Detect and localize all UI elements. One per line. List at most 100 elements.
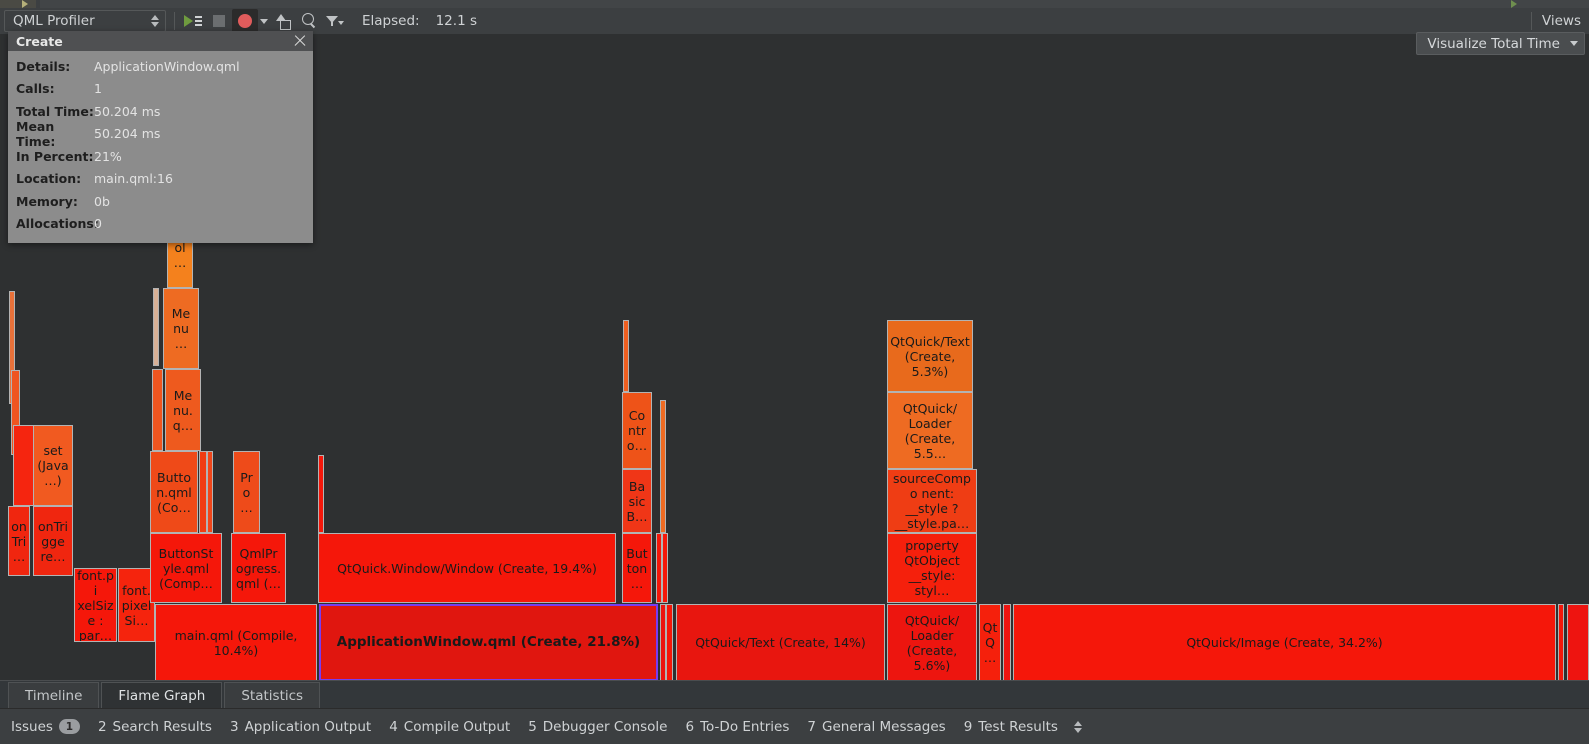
- flush-data-icon: [275, 13, 291, 30]
- output-pane-search-results[interactable]: 2 Search Results: [89, 715, 221, 739]
- details-row-key: Details:: [16, 58, 71, 74]
- flame-bar[interactable]: Ba sic B…: [622, 469, 652, 533]
- output-pane-label: To-Do Entries: [700, 718, 790, 735]
- flame-bar[interactable]: Pr o …: [233, 451, 260, 533]
- qml-profiler-window: QML Profiler Elapsed: 12.1 s Views on Tr…: [0, 0, 1589, 744]
- flame-bar[interactable]: [623, 320, 629, 392]
- output-pane-general-messages[interactable]: 7 General Messages: [798, 715, 954, 739]
- output-pane-debugger-console[interactable]: 5 Debugger Console: [519, 715, 676, 739]
- record-icon: [238, 14, 252, 28]
- profiler-selector-combobox[interactable]: QML Profiler: [4, 10, 166, 32]
- output-pane-updown-icon[interactable]: [1073, 719, 1084, 735]
- details-row: In Percent: 21%: [16, 145, 305, 168]
- details-row-key: Allocations:: [16, 216, 99, 232]
- details-row: Calls: 1: [16, 78, 305, 101]
- flame-bar[interactable]: Me nu …: [163, 288, 199, 369]
- flame-bar[interactable]: font.pi xelSize : par…: [74, 568, 117, 642]
- flame-bar[interactable]: set (Java…): [33, 425, 73, 506]
- filter-button[interactable]: [322, 9, 348, 33]
- flame-bar[interactable]: QmlPr ogress. qml (…: [231, 533, 286, 603]
- flame-bar[interactable]: [1003, 604, 1011, 680]
- details-panel-title: Create: [16, 33, 63, 49]
- start-profiling-button[interactable]: [180, 9, 206, 33]
- flame-bar[interactable]: QtQuick/ Loader (Create, 5.6%): [887, 604, 977, 680]
- flush-data-button[interactable]: [270, 9, 296, 33]
- flame-bar[interactable]: ApplicationWindow.qml (Create, 21.8%): [319, 604, 658, 680]
- visualize-mode-label: Visualize Total Time: [1427, 35, 1560, 52]
- details-row: Location: main.qml:16: [16, 168, 305, 191]
- flame-bar[interactable]: QtQuick/Text (Create, 14%): [676, 604, 885, 680]
- record-options-button[interactable]: [258, 9, 270, 33]
- toolbar-divider: [174, 12, 175, 30]
- flame-bar[interactable]: [1558, 604, 1564, 680]
- flame-bar[interactable]: onTrigge re…: [33, 506, 73, 576]
- flame-bar[interactable]: Co ntr o…: [622, 392, 652, 469]
- output-pane-number: 2: [97, 718, 107, 735]
- tab-timeline[interactable]: Timeline: [8, 682, 100, 708]
- output-pane-issues[interactable]: Issues 1: [2, 715, 89, 739]
- output-pane-label: Debugger Console: [542, 718, 668, 735]
- output-pane-to-do-entries[interactable]: 6 To-Do Entries: [677, 715, 799, 739]
- tab-flame-graph[interactable]: Flame Graph: [101, 682, 223, 708]
- output-pane-compile-output[interactable]: 4 Compile Output: [380, 715, 519, 739]
- toolbar-divider-right: [1530, 12, 1532, 30]
- flame-bar[interactable]: ButtonSt yle.qml (Comp…: [150, 533, 222, 603]
- flame-bar[interactable]: main.qml (Compile, 10.4%): [155, 604, 317, 680]
- updown-arrows-icon[interactable]: [150, 13, 161, 29]
- details-row-value: 0: [94, 216, 102, 232]
- flame-bar[interactable]: [318, 455, 324, 533]
- flame-bar[interactable]: [199, 451, 207, 533]
- flame-bar[interactable]: [153, 288, 159, 366]
- flame-bar[interactable]: [666, 604, 673, 680]
- details-row-key: Total Time:: [16, 103, 94, 119]
- flame-bar[interactable]: QtQuick/ Loader (Create, 5.5…: [887, 392, 973, 469]
- flame-bar[interactable]: on Tri…: [8, 506, 30, 576]
- flame-bar[interactable]: [662, 533, 668, 603]
- output-pane-number: 4: [389, 718, 398, 735]
- flame-bar[interactable]: Qt Q …: [979, 604, 1001, 680]
- details-row-value: ApplicationWindow.qml: [94, 58, 240, 74]
- flame-bar[interactable]: [207, 451, 213, 533]
- flame-bar[interactable]: [152, 369, 163, 451]
- toolbar-right-group: Views: [1530, 8, 1589, 34]
- elapsed-value: 12.1 s: [435, 13, 477, 29]
- flame-bar[interactable]: But ton …: [622, 533, 652, 603]
- visualize-mode-dropdown[interactable]: Visualize Total Time: [1416, 32, 1585, 55]
- details-panel-header: Create: [8, 31, 313, 51]
- record-toggle-button[interactable]: [232, 9, 258, 33]
- flame-bar[interactable]: QtQuick/Image (Create, 34.2%): [1013, 604, 1556, 680]
- output-pane-test-results[interactable]: 9 Test Results: [955, 715, 1067, 739]
- profiler-selector-label: QML Profiler: [13, 13, 95, 29]
- details-row-value: 50.204 ms: [94, 126, 161, 142]
- flame-bar[interactable]: [13, 425, 35, 506]
- search-button[interactable]: [296, 9, 322, 33]
- details-row-key: In Percent:: [16, 148, 94, 164]
- output-pane-application-output[interactable]: 3 Application Output: [221, 715, 380, 739]
- details-row: Mean Time: 50.204 ms: [16, 119, 305, 149]
- top-strip-left-block: [0, 0, 36, 8]
- play-arrow-right-icon: [1511, 0, 1517, 8]
- output-pane-status-bar: Issues 1 2 Search Results 3 Application Outpu…: [0, 708, 1589, 744]
- output-pane-label: Issues: [11, 718, 53, 735]
- flame-bar[interactable]: QtQuick/Text (Create, 5.3%): [887, 320, 973, 392]
- output-pane-number: 7: [807, 718, 816, 735]
- views-button[interactable]: Views: [1542, 13, 1589, 29]
- details-panel: Create Details: ApplicationWindow.qml Call…: [8, 31, 313, 243]
- flame-bar[interactable]: QtQuick.Window/Window (Create, 19.4%): [318, 533, 616, 603]
- close-icon[interactable]: [293, 34, 307, 48]
- filter-icon: [326, 14, 344, 28]
- play-arrow-icon: [22, 0, 28, 8]
- flame-bar[interactable]: [1567, 604, 1589, 680]
- flame-bar[interactable]: Butto n.qml (Co…: [150, 451, 198, 533]
- issues-count-badge: 1: [58, 719, 80, 734]
- flame-bar[interactable]: Me nu. q…: [165, 369, 201, 451]
- flame-bar[interactable]: sourceCompo nent: __style ? __style.pa…: [887, 469, 977, 533]
- stop-profiling-button[interactable]: [206, 9, 232, 33]
- flame-bar[interactable]: property QtObject __style: styl…: [887, 533, 977, 603]
- elapsed-label: Elapsed:: [362, 13, 420, 29]
- flame-bar[interactable]: [660, 400, 666, 533]
- details-row-value: 0b: [94, 193, 110, 209]
- chevron-down-icon: [260, 18, 268, 24]
- chevron-down-icon: [1570, 41, 1578, 46]
- tab-statistics[interactable]: Statistics: [224, 682, 321, 708]
